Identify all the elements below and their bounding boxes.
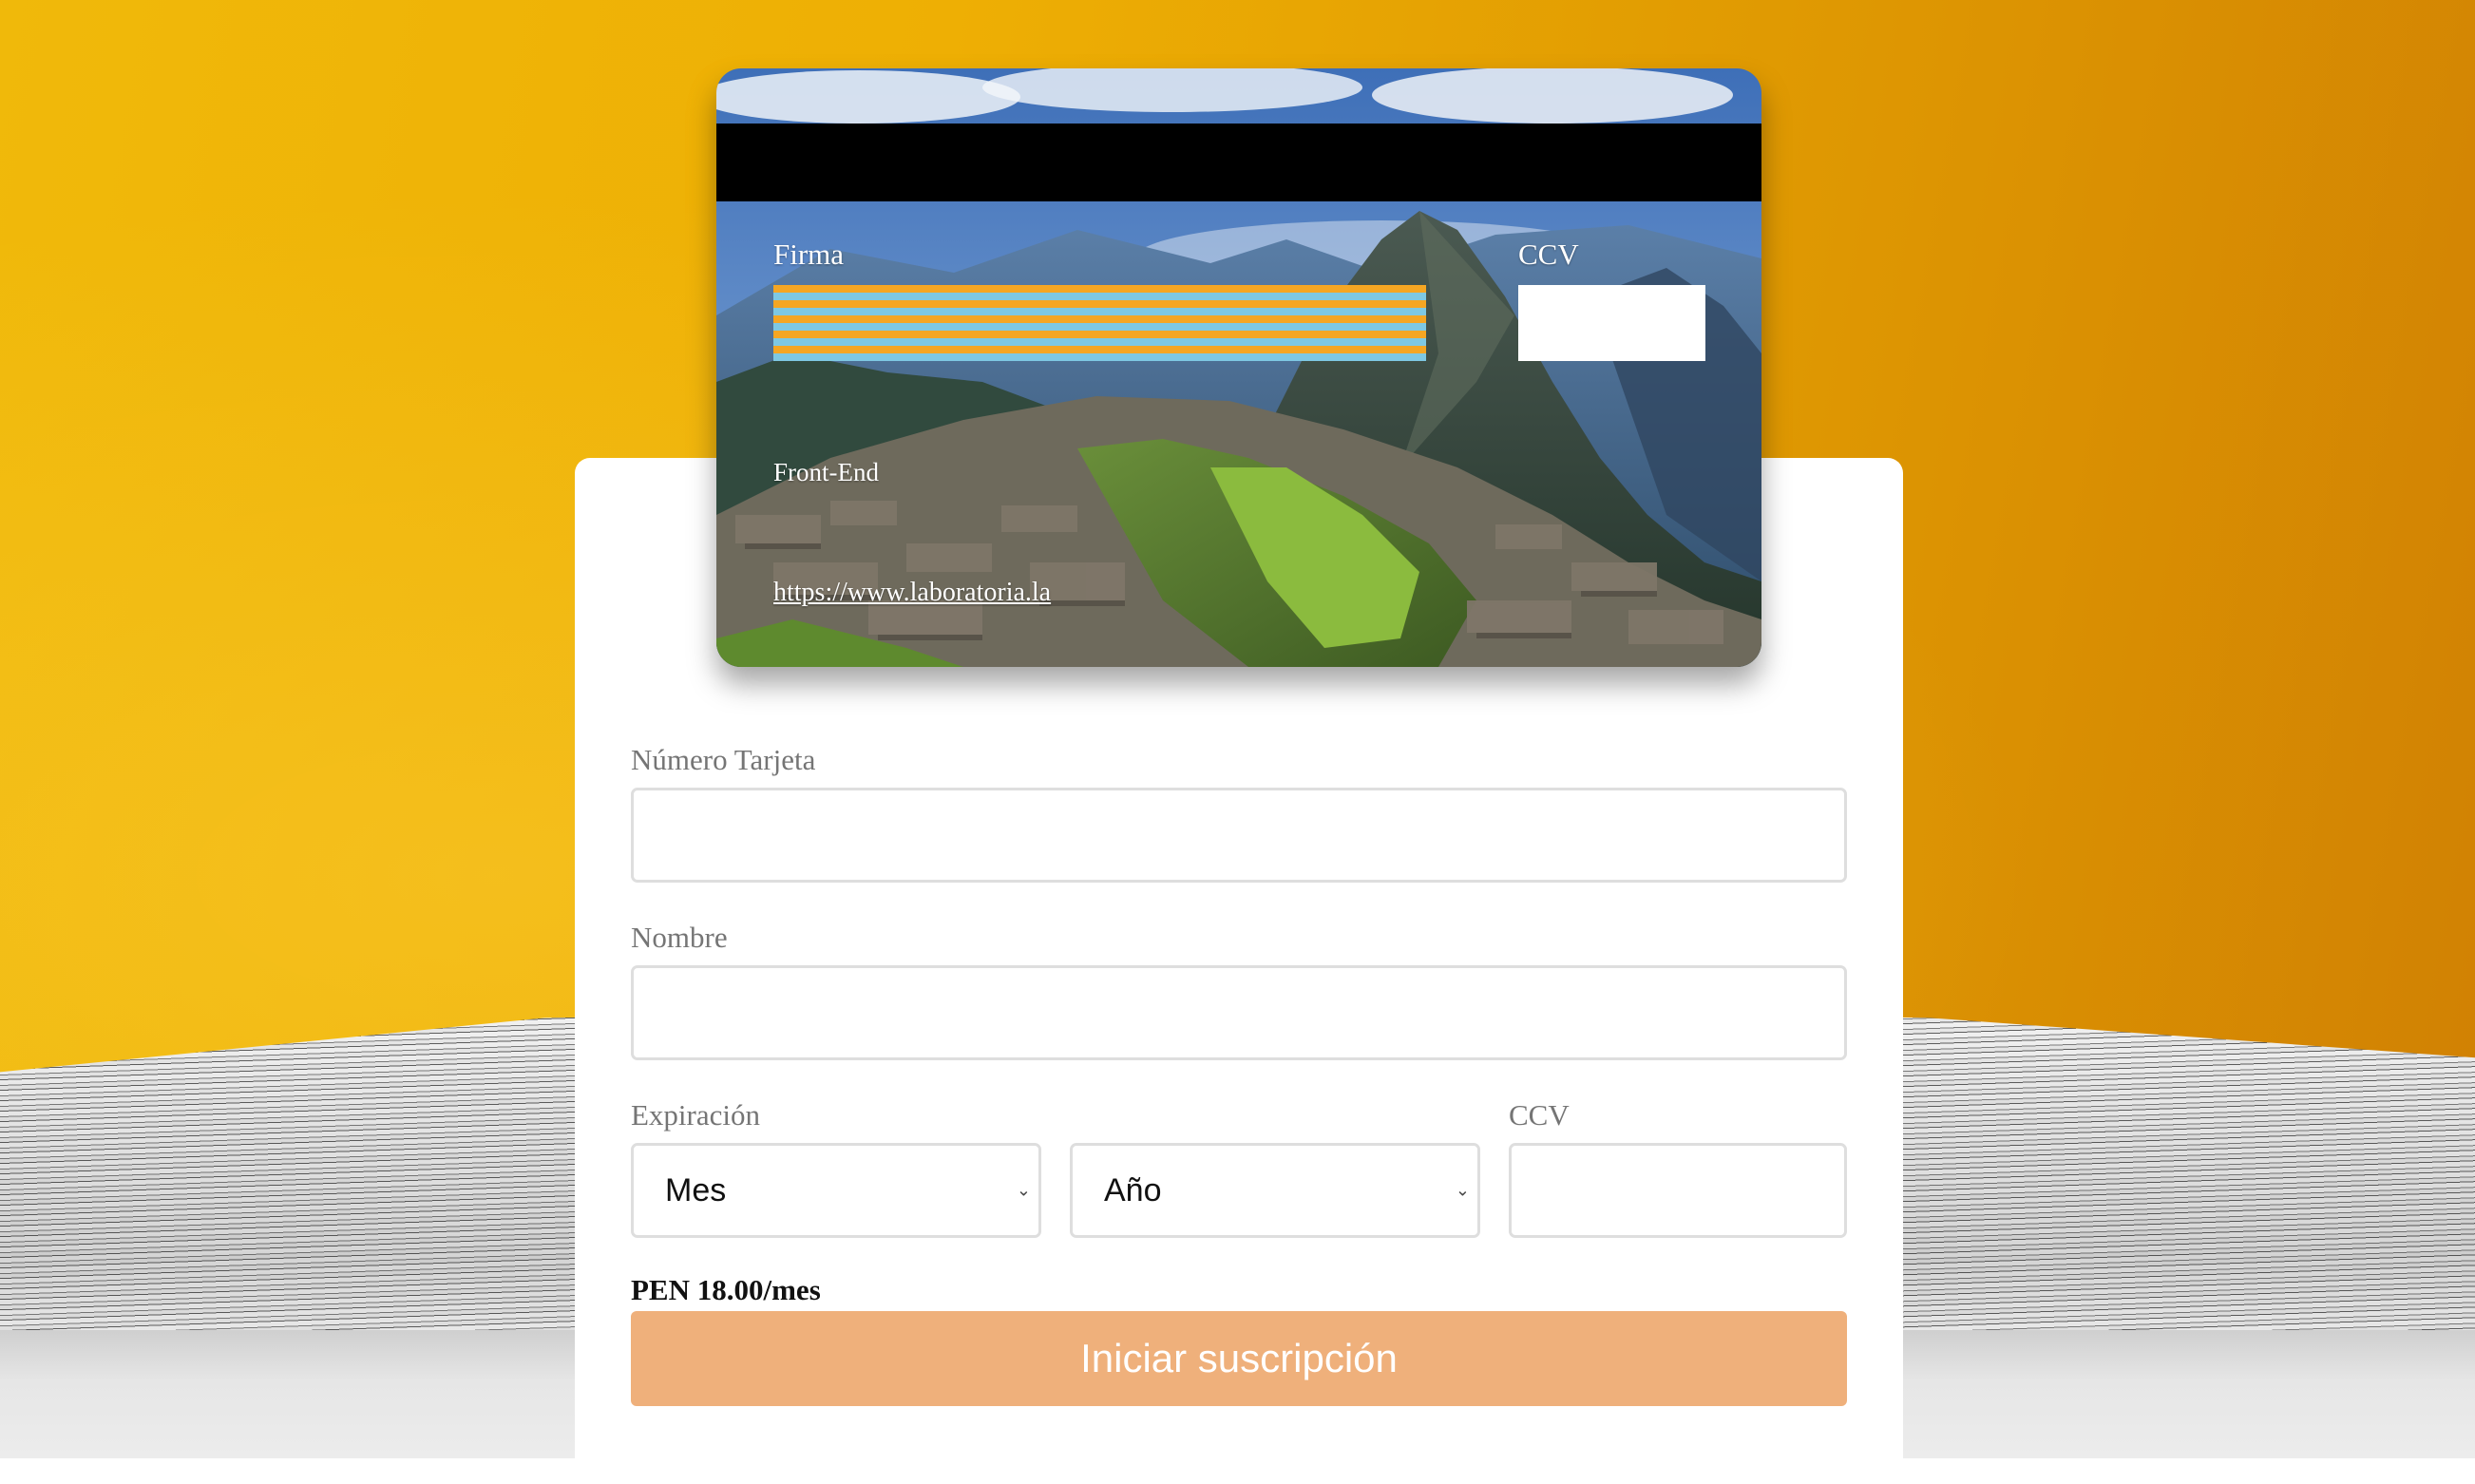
card-number-label: Número Tarjeta (631, 743, 816, 776)
signature-strip (773, 285, 1426, 361)
name-label: Nombre (631, 921, 728, 954)
ccv-input[interactable] (1509, 1143, 1847, 1238)
name-input[interactable] (631, 965, 1847, 1060)
chevron-down-icon: ⌄ (1016, 1180, 1031, 1200)
laboratoria-link[interactable]: https://www.laboratoria.la (773, 578, 1051, 608)
track-label: Front-End (773, 458, 879, 486)
ccv-label: CCV (1509, 1098, 1570, 1132)
chevron-down-icon: ⌄ (1455, 1180, 1470, 1200)
card-ccv-box (1518, 285, 1705, 361)
card-number-input[interactable] (631, 788, 1847, 883)
signature-label: Firma (773, 238, 845, 271)
card-ccv-label: CCV (1518, 238, 1579, 271)
month-select-value: Mes (665, 1171, 727, 1208)
credit-card-back: Firma CCV Front-End https://www.laborato… (716, 68, 1761, 667)
subscription-price: PEN 18.00/mes (631, 1273, 821, 1306)
month-select[interactable]: Mes ⌄ (631, 1143, 1041, 1238)
expiration-label: Expiración (631, 1098, 761, 1132)
year-select[interactable]: Año ⌄ (1070, 1143, 1480, 1238)
start-subscription-button[interactable]: Iniciar suscripción (631, 1311, 1847, 1406)
magnetic-stripe (716, 124, 1761, 201)
year-select-value: Año (1104, 1171, 1162, 1208)
